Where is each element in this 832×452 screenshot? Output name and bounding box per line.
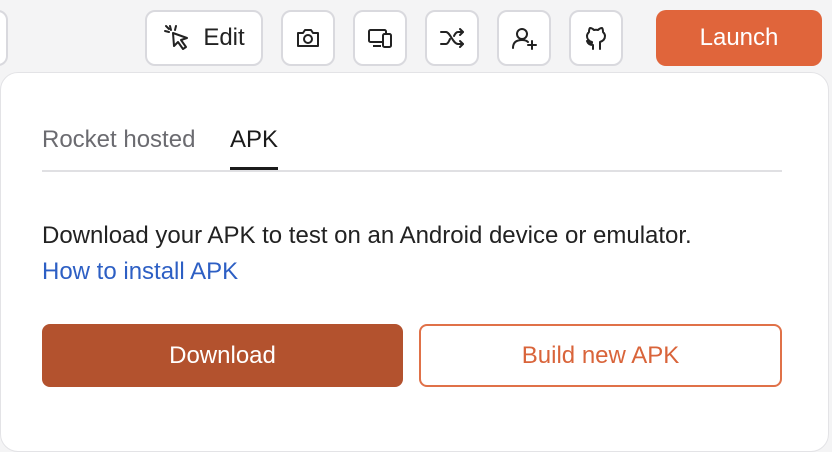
edit-button[interactable]: Edit	[145, 10, 263, 66]
build-new-apk-button[interactable]: Build new APK	[419, 324, 782, 387]
apk-description: Download your APK to test on an Android …	[42, 222, 692, 249]
tab-bar: Rocket hosted APK	[42, 124, 782, 172]
devices-button[interactable]	[353, 10, 407, 66]
edit-label: Edit	[203, 24, 245, 51]
github-button[interactable]	[569, 10, 623, 66]
devices-icon	[366, 24, 394, 52]
github-icon	[582, 24, 610, 52]
tab-rocket-hosted[interactable]: Rocket hosted	[42, 124, 195, 170]
cursor-click-icon	[163, 23, 193, 53]
tab-apk[interactable]: APK	[230, 124, 279, 170]
shuffle-button[interactable]	[425, 10, 479, 66]
toolbar-left-edge	[0, 10, 8, 66]
user-plus-icon	[510, 24, 538, 52]
shuffle-icon	[438, 24, 466, 52]
screenshot-button[interactable]	[281, 10, 335, 66]
install-apk-help-link[interactable]: How to install APK	[42, 258, 238, 286]
launch-button[interactable]: Launch	[656, 10, 822, 66]
download-button[interactable]: Download	[42, 324, 403, 387]
camera-icon	[294, 24, 322, 52]
invite-user-button[interactable]	[497, 10, 551, 66]
